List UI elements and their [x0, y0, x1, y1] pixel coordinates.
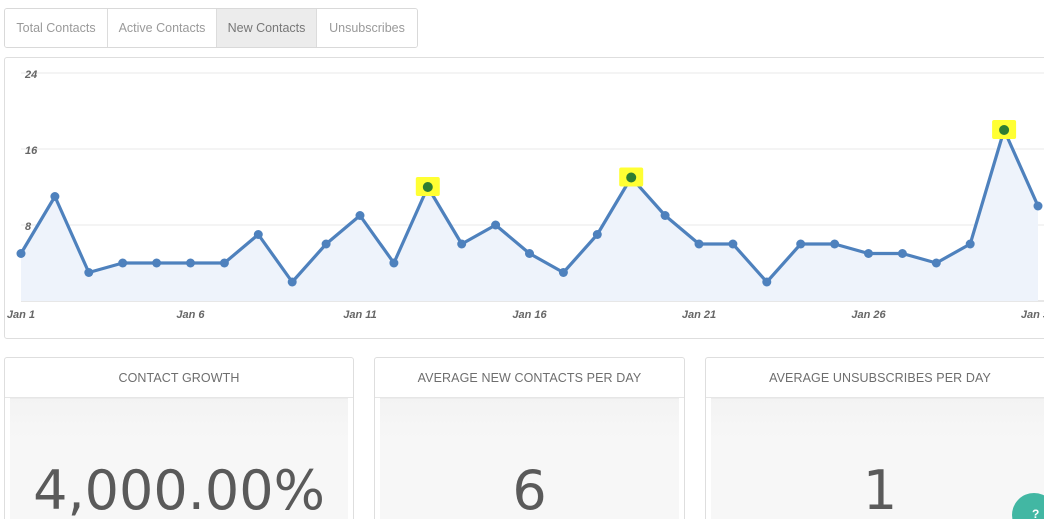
data-point	[491, 220, 501, 230]
data-point	[422, 182, 433, 192]
data-point	[558, 268, 568, 277]
data-point	[762, 277, 772, 287]
data-point	[152, 258, 162, 268]
data-point	[728, 239, 738, 249]
avg-unsubscribes-card: AVERAGE UNSUBSCRIBES PER DAY 1	[705, 357, 1044, 519]
x-tick-label: Jan 31	[1021, 309, 1044, 321]
data-point	[660, 211, 670, 220]
card-body: 6	[380, 398, 679, 519]
tab-new-contacts[interactable]: New Contacts	[217, 9, 317, 47]
data-point	[864, 249, 873, 258]
x-tick-label: Jan 11	[343, 309, 376, 321]
tab-active-contacts[interactable]: Active Contacts	[108, 9, 217, 47]
x-tick-label: Jan 26	[851, 309, 886, 321]
y-tick-label: 8	[25, 221, 32, 233]
card-title: CONTACT GROWTH	[5, 358, 353, 398]
data-point	[897, 249, 907, 258]
contact-growth-card: CONTACT GROWTH 4,000.00%	[4, 357, 354, 519]
tab-unsubscribes[interactable]: Unsubscribes	[317, 9, 417, 47]
avg-new-contacts-card: AVERAGE NEW CONTACTS PER DAY 6	[374, 357, 685, 519]
data-point	[321, 239, 331, 249]
avg-unsubscribes-value: 1	[862, 459, 898, 519]
card-body: 1	[711, 398, 1044, 519]
data-point	[525, 249, 534, 258]
metric-tabs: Total Contacts Active Contacts New Conta…	[4, 8, 418, 48]
data-point	[287, 277, 297, 287]
y-tick-label: 24	[24, 69, 37, 81]
x-tick-label: Jan 6	[176, 309, 205, 321]
x-tick-label: Jan 1	[7, 309, 35, 321]
series-area	[21, 130, 1038, 301]
data-point	[457, 239, 467, 249]
data-point	[796, 239, 806, 249]
card-body: 4,000.00%	[10, 398, 348, 519]
data-point	[50, 192, 60, 201]
data-point	[16, 249, 26, 258]
data-point	[389, 258, 399, 268]
data-point	[999, 125, 1010, 135]
data-point	[931, 258, 941, 268]
new-contacts-line-chart: 8 16 24 Jan 1 Jan 6 Jan 11 Jan 16 Jan 21 Jan 26 J…	[7, 69, 1044, 321]
data-point	[84, 268, 94, 277]
tab-total-contacts[interactable]: Total Contacts	[5, 9, 108, 47]
help-icon: ?	[1032, 507, 1040, 519]
data-point	[626, 172, 637, 183]
data-point	[1033, 201, 1043, 211]
data-point	[186, 258, 195, 268]
avg-new-contacts-value: 6	[512, 459, 547, 519]
data-point	[592, 230, 602, 239]
card-title: AVERAGE NEW CONTACTS PER DAY	[375, 358, 684, 398]
chart-panel: 8 16 24 Jan 1 Jan 6 Jan 11 Jan 16 Jan 21 Jan 26 J…	[4, 57, 1044, 339]
data-point	[965, 239, 975, 249]
x-tick-label: Jan 21	[682, 309, 716, 321]
x-tick-label: Jan 16	[512, 309, 547, 321]
data-point	[694, 239, 704, 249]
data-point	[253, 230, 263, 239]
data-point	[355, 211, 365, 220]
contact-growth-value: 4,000.00%	[33, 459, 325, 519]
y-tick-label: 16	[25, 145, 38, 157]
card-title: AVERAGE UNSUBSCRIBES PER DAY	[706, 358, 1044, 398]
data-point	[219, 258, 229, 268]
data-point	[118, 258, 128, 268]
data-point	[830, 239, 840, 249]
